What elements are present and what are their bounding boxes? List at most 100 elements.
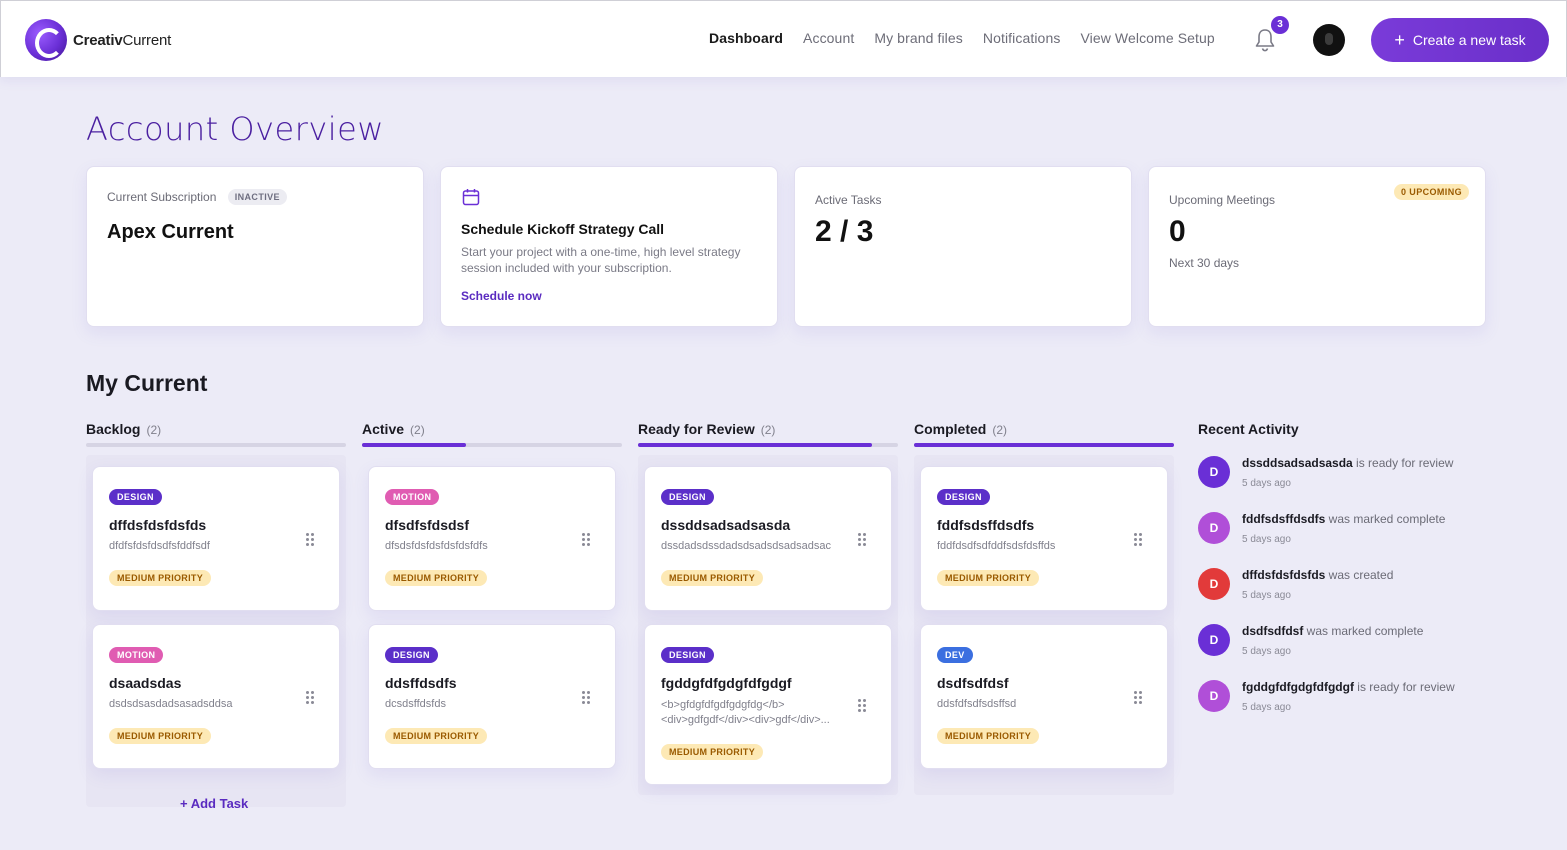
kickoff-card: Schedule Kickoff Strategy Call Start you… <box>440 166 778 327</box>
activity-avatar: D <box>1198 512 1230 544</box>
task-card[interactable]: MOTION dsaadsdas dsdsdsasdadsasadsddsa M… <box>92 624 340 769</box>
column-header-active: Active (2) <box>362 421 425 437</box>
activity-task-name: dsdfsdfdsf <box>1242 624 1304 638</box>
recent-activity-title: Recent Activity <box>1198 421 1299 437</box>
activity-time: 5 days ago <box>1242 534 1291 545</box>
subscription-status-badge: INACTIVE <box>227 189 287 205</box>
category-badge: DESIGN <box>385 647 438 663</box>
brand-logo[interactable]: CreativCurrent <box>25 19 171 61</box>
drag-handle-icon[interactable] <box>582 533 590 547</box>
priority-badge: MEDIUM PRIORITY <box>661 744 764 760</box>
plus-icon: + <box>1394 30 1405 50</box>
activity-avatar: D <box>1198 624 1230 656</box>
task-card[interactable]: DESIGN fgddgfdfgdgfdfgdgf <b>gfdgfdfgdfg… <box>644 624 892 785</box>
category-badge: MOTION <box>385 489 440 505</box>
schedule-now-link[interactable]: Schedule now <box>461 289 542 303</box>
task-name: dffdsfdsfdsfds <box>109 517 207 533</box>
top-bar: CreativCurrent Dashboard Account My bran… <box>0 0 1567 77</box>
brand-logo-icon <box>25 19 67 61</box>
notification-count-badge: 3 <box>1271 16 1289 34</box>
drag-handle-icon[interactable] <box>1134 533 1142 547</box>
activity-action: was marked complete <box>1325 512 1446 526</box>
subscription-label: Current Subscription INACTIVE <box>107 189 287 206</box>
priority-badge: MEDIUM PRIORITY <box>385 728 488 744</box>
priority-badge: MEDIUM PRIORITY <box>937 728 1040 744</box>
subscription-plan: Apex Current <box>107 221 234 243</box>
activity-item[interactable]: Ddsdfsdfdsf was marked complete 5 days ag… <box>1198 624 1528 672</box>
category-badge: DESIGN <box>937 489 990 505</box>
activity-item[interactable]: Dfddfsdsffdsdfs was marked complete 5 day… <box>1198 512 1528 560</box>
activity-text: dffdsfdsfdsfds was created <box>1242 568 1393 582</box>
nav-brand-files[interactable]: My brand files <box>874 30 963 46</box>
priority-badge: MEDIUM PRIORITY <box>661 570 764 586</box>
activity-task-name: fddfsdsffdsdfs <box>1242 512 1326 526</box>
activity-task-name: fgddgfdfgdgfdfgdgf <box>1242 680 1354 694</box>
task-name: dfsdfsfdsdsf <box>385 517 469 533</box>
nav-welcome-setup[interactable]: View Welcome Setup <box>1080 30 1214 46</box>
activity-time: 5 days ago <box>1242 646 1291 657</box>
activity-time: 5 days ago <box>1242 478 1291 489</box>
task-description: dcsdsffdsfds <box>385 698 446 710</box>
task-card[interactable]: DESIGN fddfsdsffdsdfs fddfdsdfsdfddfsdsf… <box>920 466 1168 611</box>
activity-avatar: D <box>1198 456 1230 488</box>
subscription-card: Current Subscription INACTIVE Apex Curre… <box>86 166 424 327</box>
activity-item[interactable]: Ddssddsadsadsasda is ready for review 5 d… <box>1198 456 1528 504</box>
drag-handle-icon[interactable] <box>306 691 314 705</box>
drag-handle-icon[interactable] <box>858 699 866 713</box>
column-progress-completed <box>914 443 1174 447</box>
kickoff-description: Start your project with a one-time, high… <box>461 245 741 275</box>
drag-handle-icon[interactable] <box>582 691 590 705</box>
activity-text: dsdfsdfdsf was marked complete <box>1242 624 1423 638</box>
activity-item[interactable]: Dfgddgfdfgdgfdfgdgf is ready for review 5… <box>1198 680 1528 728</box>
meetings-value: 0 <box>1169 215 1186 248</box>
meetings-label: Upcoming Meetings <box>1169 193 1276 207</box>
nav-notifications[interactable]: Notifications <box>983 30 1061 46</box>
column-header-backlog: Backlog (2) <box>86 421 162 437</box>
task-name: dssddsadsadsasda <box>661 517 791 533</box>
column-header-completed: Completed (2) <box>914 421 1008 437</box>
category-badge: DESIGN <box>661 489 714 505</box>
column-progress-active <box>362 443 622 447</box>
activity-text: fgddgfdfgdgfdfgdgf is ready for review <box>1242 680 1455 694</box>
activity-task-name: dssddsadsadsasda <box>1242 456 1353 470</box>
task-card[interactable]: DESIGN dssddsadsadsasda dssdadsdssdadsds… <box>644 466 892 611</box>
task-description: dfsdsfdsfdsfdsfdsfdfs <box>385 540 488 552</box>
task-card[interactable]: DEV dsdfsdfdsf ddsfdfsdfsdsffsd MEDIUM P… <box>920 624 1168 769</box>
brand-name: CreativCurrent <box>73 31 172 49</box>
section-title: My Current <box>86 370 208 396</box>
activity-text: dssddsadsadsasda is ready for review <box>1242 456 1453 470</box>
activity-avatar: D <box>1198 568 1230 600</box>
task-name: dsdfsdfdsf <box>937 675 1009 691</box>
activity-action: is ready for review <box>1353 680 1455 694</box>
task-card[interactable]: DESIGN ddsffdsdfs dcsdsffdsfds MEDIUM PR… <box>368 624 616 769</box>
task-card[interactable]: DESIGN dffdsfdsfdsfds dfdfsfdsfdsdfsfddf… <box>92 466 340 611</box>
priority-badge: MEDIUM PRIORITY <box>385 570 488 586</box>
main-nav: Dashboard Account My brand files Notific… <box>709 30 1235 46</box>
category-badge: MOTION <box>109 647 164 663</box>
drag-handle-icon[interactable] <box>858 533 866 547</box>
calendar-icon <box>462 189 480 206</box>
column-header-review: Ready for Review (2) <box>638 421 776 437</box>
user-avatar[interactable] <box>1313 24 1345 56</box>
drag-handle-icon[interactable] <box>306 533 314 547</box>
activity-action: is ready for review <box>1352 456 1454 470</box>
category-badge: DEV <box>937 647 973 663</box>
activity-avatar: D <box>1198 680 1230 712</box>
task-name: fgddgfdfgdgfdfgdgf <box>661 675 792 691</box>
task-description: dsdsdsasdadsasadsddsa <box>109 698 233 710</box>
category-badge: DESIGN <box>661 647 714 663</box>
nav-account[interactable]: Account <box>803 30 854 46</box>
task-name: dsaadsdas <box>109 675 182 691</box>
create-task-button[interactable]: + Create a new task <box>1371 18 1549 62</box>
add-task-button[interactable]: + Add Task <box>180 796 248 811</box>
drag-handle-icon[interactable] <box>1134 691 1142 705</box>
task-card[interactable]: MOTION dfsdfsfdsdsf dfsdsfdsfdsfdsfdsfdf… <box>368 466 616 611</box>
create-task-label: Create a new task <box>1412 32 1526 48</box>
activity-item[interactable]: Ddffdsfdsfdsfds was created 5 days ago <box>1198 568 1528 616</box>
task-description: dssdadsdssdadsdsadsdsadsadsac <box>661 540 832 552</box>
activity-text: fddfsdsffdsdfs was marked complete <box>1242 512 1445 526</box>
active-tasks-value: 2 / 3 <box>815 215 874 248</box>
nav-dashboard[interactable]: Dashboard <box>709 30 783 46</box>
task-description: dfdfsfdsfdsdfsfddfsdf <box>109 540 210 552</box>
active-tasks-label: Active Tasks <box>815 193 882 207</box>
